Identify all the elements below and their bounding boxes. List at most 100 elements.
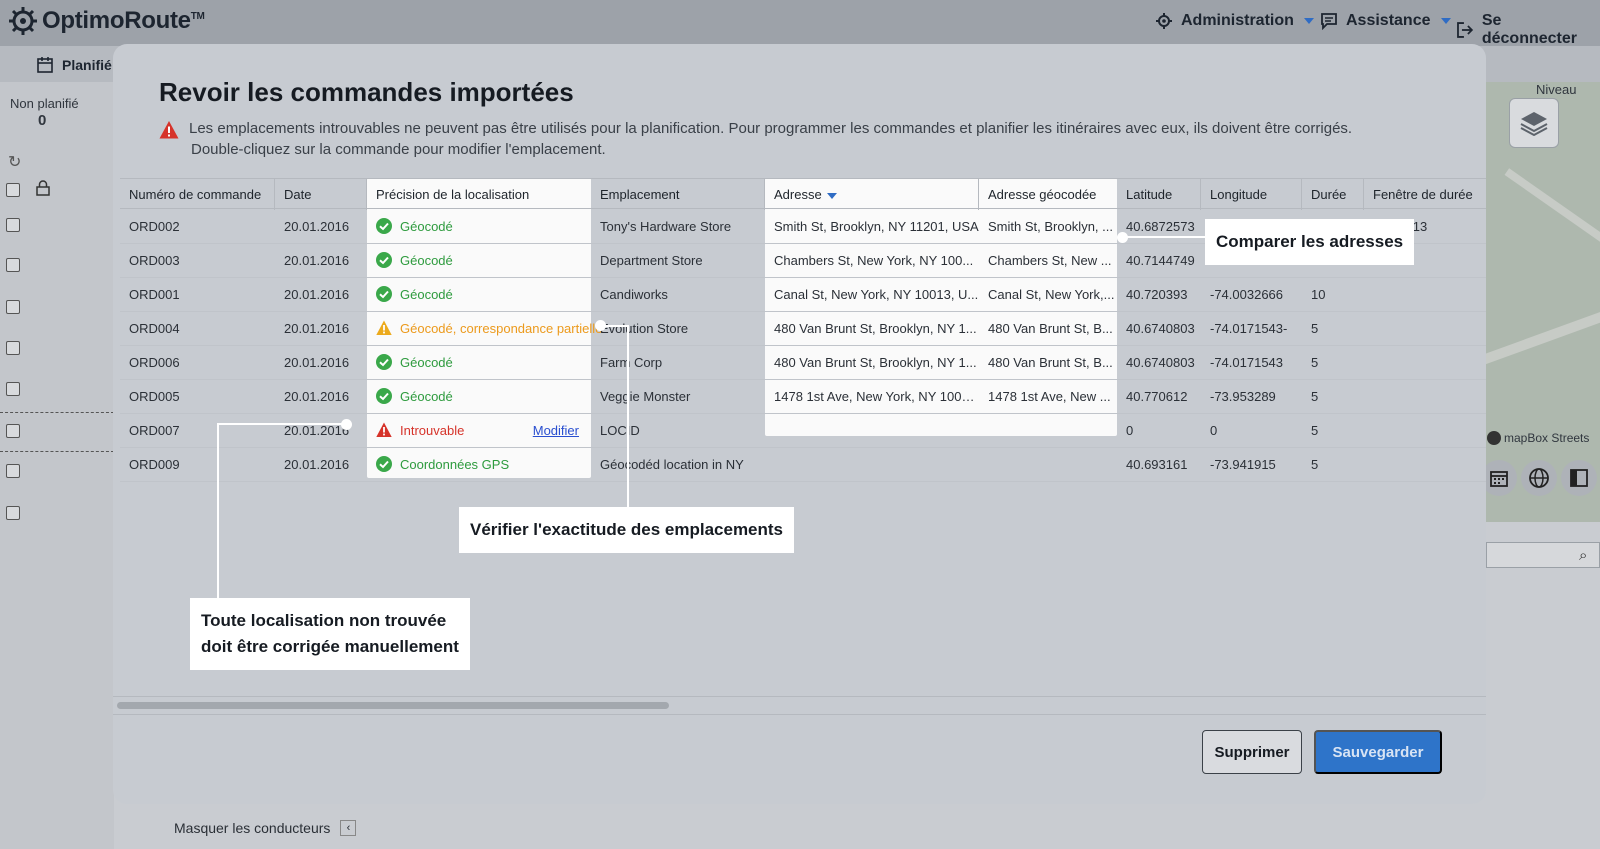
cell-order: ORD006 xyxy=(129,355,180,370)
cell-order: ORD003 xyxy=(129,253,180,268)
table-row[interactable]: ORD004 20.01.2016 Géocodé, correspondance … xyxy=(120,312,1486,346)
cell-order: ORD005 xyxy=(129,389,180,404)
cell-address: 480 Van Brunt St, Brooklyn, NY 1... xyxy=(774,321,977,336)
footer-divider xyxy=(113,714,1486,715)
refresh-icon[interactable]: ↻ xyxy=(8,152,21,172)
cell-duration: 5 xyxy=(1311,457,1319,472)
tab-planifie[interactable]: Planifié xyxy=(36,56,112,74)
cell-location: LOCID xyxy=(600,423,640,438)
col-header-latitude[interactable]: Latitude xyxy=(1117,179,1201,210)
table-row[interactable]: ORD009 20.01.2016 Coordonnées GPS Géocodéd … xyxy=(120,448,1486,482)
cell-address: 1478 1st Ave, New York, NY 1007... xyxy=(774,389,979,404)
cell-precision: Géocodé xyxy=(367,244,591,277)
row-checkbox[interactable] xyxy=(6,506,20,520)
lock-icon[interactable] xyxy=(36,180,50,196)
cell-address xyxy=(765,414,979,447)
table-row[interactable]: ORD001 20.01.2016 Géocodé Candiworks Canal S… xyxy=(120,278,1486,312)
delete-button[interactable]: Supprimer xyxy=(1202,730,1302,774)
col-header-date[interactable]: Date xyxy=(275,179,367,210)
col-header-time-window[interactable]: Fenêtre de durée xyxy=(1364,179,1486,210)
cell-geocoded: 480 Van Brunt St, B... xyxy=(988,355,1113,370)
row-checkbox[interactable] xyxy=(6,424,20,438)
table-header: Numéro de commande Date Précision de la … xyxy=(120,178,1486,210)
row-checkbox[interactable] xyxy=(6,258,20,272)
col-header-location[interactable]: Emplacement xyxy=(591,179,765,210)
select-all-checkbox[interactable] xyxy=(6,183,20,197)
cell-time-window xyxy=(1364,380,1486,413)
cell-precision: Géocodé, correspondance partielle xyxy=(367,312,602,345)
horizontal-scrollbar[interactable] xyxy=(113,696,1486,710)
cell-time-window xyxy=(1364,312,1486,345)
cell-precision: Introuvable Modifier xyxy=(367,414,591,447)
row-checkbox[interactable] xyxy=(6,300,20,314)
col-header-geocoded[interactable]: Adresse géocodée xyxy=(979,179,1117,210)
brand-name: OptimoRouteTM xyxy=(42,7,205,34)
cell-latitude: 40.6872573 xyxy=(1126,219,1195,234)
table-row[interactable]: ORD005 20.01.2016 Géocodé Veggie Monster 147… xyxy=(120,380,1486,414)
cell-order: ORD001 xyxy=(129,287,180,302)
precision-status-label: Géocodé xyxy=(400,287,453,302)
mapbox-icon xyxy=(1487,431,1501,445)
layers-button[interactable] xyxy=(1509,98,1559,148)
scrollbar-thumb[interactable] xyxy=(117,702,669,709)
cell-latitude: 40.6740803 xyxy=(1126,321,1195,336)
cell-latitude: 40.7144749 xyxy=(1126,253,1195,268)
divider xyxy=(0,451,114,452)
nav-administration[interactable]: Administration xyxy=(1155,12,1314,30)
cell-precision: Géocodé xyxy=(367,210,591,243)
row-checkbox[interactable] xyxy=(6,218,20,232)
cell-order: ORD009 xyxy=(129,457,180,472)
cell-precision: Géocodé xyxy=(367,380,591,413)
col-header-address[interactable]: Adresse xyxy=(765,179,979,210)
calendar-icon xyxy=(1490,471,1508,487)
map[interactable] xyxy=(1469,82,1600,522)
row-checkbox[interactable] xyxy=(6,382,20,396)
cell-date: 20.01.2016 xyxy=(284,423,350,438)
check-circle-icon xyxy=(376,286,392,303)
cell-precision: Géocodé xyxy=(367,346,591,379)
cell-geocoded xyxy=(979,448,1117,481)
search-icon[interactable]: ⌕ xyxy=(1579,547,1587,564)
table-row[interactable]: ORD007 20.01.2016 Introuvable Modifier LOCID… xyxy=(120,414,1486,448)
edit-location-link[interactable]: Modifier xyxy=(533,414,579,447)
map-globe-button[interactable] xyxy=(1521,460,1557,496)
globe-icon xyxy=(1529,468,1549,488)
cell-duration: 5 xyxy=(1311,423,1319,438)
hide-drivers-toggle[interactable]: Masquer les conducteurs ‹ xyxy=(174,820,357,836)
col-header-duration[interactable]: Durée xyxy=(1302,179,1364,210)
precision-status-label: Introuvable xyxy=(400,423,465,438)
col-header-precision[interactable]: Précision de la localisation xyxy=(367,179,591,210)
map-calendar-button[interactable] xyxy=(1481,460,1517,496)
cell-longitude: -73.941915 xyxy=(1210,457,1276,472)
nav-assistance-label: Assistance xyxy=(1346,12,1431,29)
cell-geocoded: Canal St, New York,... xyxy=(988,287,1115,302)
callout-manual-correction-line1: Toute localisation non trouvée xyxy=(201,611,447,630)
cell-address: Smith St, Brooklyn, NY 11201, USA xyxy=(774,219,979,234)
map-level-label: Niveau xyxy=(1536,82,1577,97)
col-header-order[interactable]: Numéro de commande xyxy=(120,179,275,210)
cell-date: 20.01.2016 xyxy=(284,355,350,370)
divider xyxy=(0,412,114,413)
row-checkbox[interactable] xyxy=(6,341,20,355)
cell-time-window xyxy=(1364,278,1486,311)
map-panel-toggle-button[interactable] xyxy=(1561,460,1597,496)
cell-address: Canal St, New York, NY 10013, U... xyxy=(774,287,979,302)
warning-icon xyxy=(159,121,179,139)
nav-assistance[interactable]: Assistance xyxy=(1320,12,1451,30)
cell-address xyxy=(765,448,979,481)
check-circle-icon xyxy=(376,252,392,269)
cell-precision: Géocodé xyxy=(367,278,591,311)
nav-logout[interactable]: Se déconnecter xyxy=(1456,12,1600,48)
col-header-longitude[interactable]: Longitude xyxy=(1201,179,1302,210)
cell-date: 20.01.2016 xyxy=(284,321,350,336)
row-checkbox[interactable] xyxy=(6,464,20,478)
save-button[interactable]: Sauvegarder xyxy=(1314,730,1442,774)
nav-logout-label: Se déconnecter xyxy=(1481,12,1577,47)
logo[interactable]: OptimoRouteTM xyxy=(8,6,205,36)
cell-latitude: 40.693161 xyxy=(1126,457,1188,472)
cell-duration: 5 xyxy=(1311,389,1319,404)
precision-status-label: Géocodé xyxy=(400,253,453,268)
table-row[interactable]: ORD006 20.01.2016 Géocodé Farm Corp 480 Van … xyxy=(120,346,1486,380)
check-circle-icon xyxy=(376,456,392,473)
chevron-down-icon xyxy=(1303,18,1314,24)
